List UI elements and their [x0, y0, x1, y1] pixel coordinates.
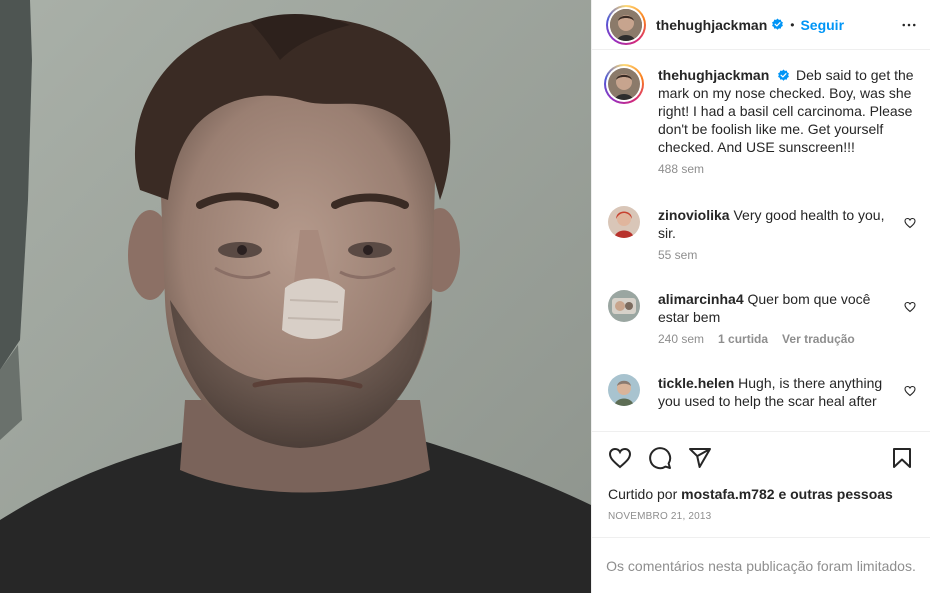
share-icon[interactable]: [688, 446, 712, 470]
comment-item: zinoviolika Very good health to you, sir…: [608, 206, 916, 262]
comment-item: alimarcinha4 Quer bom que você estar bem…: [608, 290, 916, 346]
heart-icon[interactable]: [608, 446, 632, 470]
caption-time[interactable]: 488 sem: [658, 162, 704, 176]
avatar-image: [608, 206, 640, 238]
comment-like-heart-icon[interactable]: [904, 384, 916, 400]
caption-avatar[interactable]: [604, 64, 644, 104]
comment-likes-count[interactable]: 1 curtida: [718, 332, 768, 346]
see-translation-link[interactable]: Ver tradução: [782, 332, 855, 346]
avatar-image: [608, 374, 640, 406]
liked-by-prefix: Curtido por: [608, 486, 678, 502]
post-header: thehughjackman • Seguir: [592, 0, 930, 50]
comment-item: tickle.helen Hugh, is there anything you…: [608, 374, 916, 410]
liked-by-user[interactable]: mostafa.m782: [681, 486, 774, 502]
header-separator: •: [790, 17, 795, 32]
verified-badge-icon: [778, 69, 790, 81]
post-photo[interactable]: [0, 0, 591, 593]
comments-list[interactable]: thehughjackman Deb said to get the mark …: [592, 50, 930, 431]
author-avatar[interactable]: [606, 4, 646, 45]
more-options-icon[interactable]: [900, 16, 918, 34]
liked-by: Curtido por mostafa.m782 e outras pessoa…: [608, 486, 914, 502]
comment-username[interactable]: tickle.helen: [658, 375, 734, 391]
commenter-avatar[interactable]: [608, 290, 640, 322]
avatar-image: [608, 68, 640, 100]
verified-badge-icon: [772, 18, 784, 30]
comment-time[interactable]: 55 sem: [658, 248, 697, 262]
caption-text: thehughjackman Deb said to get the mark …: [658, 66, 916, 156]
comment-like-heart-icon[interactable]: [904, 300, 916, 316]
commenter-avatar[interactable]: [608, 374, 640, 406]
post-image: [0, 0, 591, 593]
comment-icon[interactable]: [648, 446, 672, 470]
liked-by-others[interactable]: e outras pessoas: [778, 486, 892, 502]
avatar-image: [610, 8, 642, 41]
bookmark-icon[interactable]: [890, 446, 914, 470]
comment-time[interactable]: 240 sem: [658, 332, 704, 346]
post-sidebar: thehughjackman • Seguir thehughjackman D…: [591, 0, 930, 593]
comment-username[interactable]: zinoviolika: [658, 207, 730, 223]
post-dialog: thehughjackman • Seguir thehughjackman D…: [0, 0, 930, 593]
commenter-avatar[interactable]: [608, 206, 640, 238]
comment-like-heart-icon[interactable]: [904, 216, 916, 232]
author-username[interactable]: thehughjackman: [656, 17, 767, 33]
caption-username[interactable]: thehughjackman: [658, 67, 769, 83]
caption: thehughjackman Deb said to get the mark …: [604, 64, 916, 176]
post-date[interactable]: NOVEMBRO 21, 2013: [608, 511, 914, 522]
comments-limited-notice: Os comentários nesta publicação foram li…: [592, 537, 930, 593]
avatar-image: [608, 290, 640, 322]
follow-button[interactable]: Seguir: [800, 17, 844, 33]
comment-username[interactable]: alimarcinha4: [658, 291, 744, 307]
post-actions: Curtido por mostafa.m782 e outras pessoa…: [592, 431, 930, 537]
